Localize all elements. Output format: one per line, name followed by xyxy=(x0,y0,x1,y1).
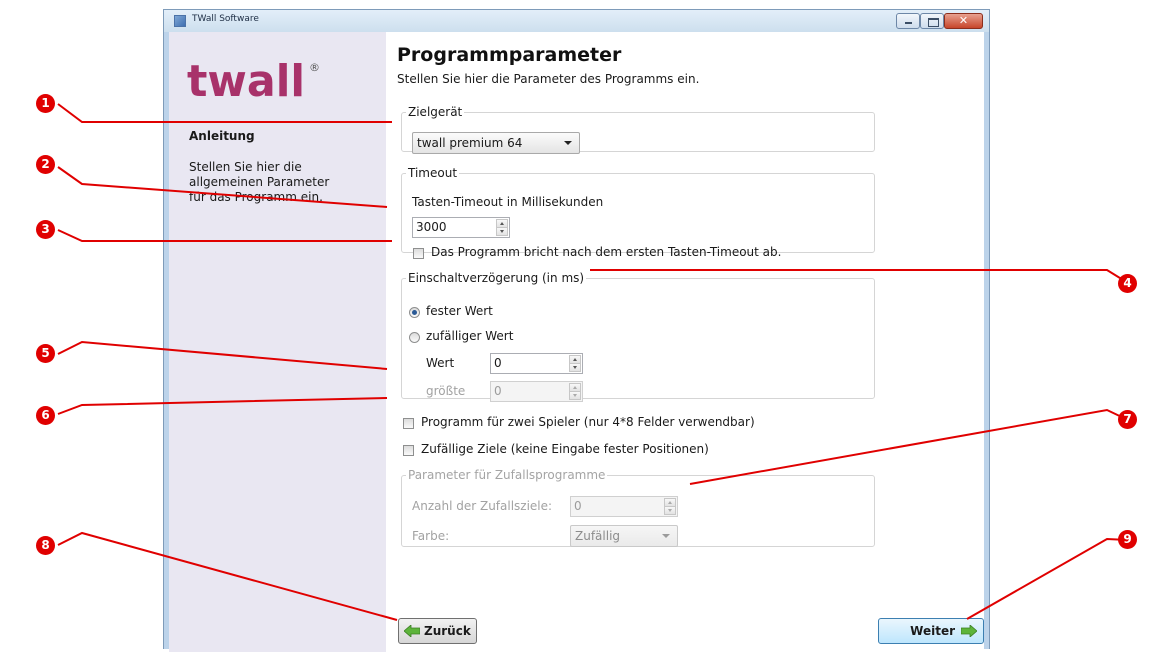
callout-7: 7 xyxy=(1118,410,1137,429)
sidebar-text: Stellen Sie hier die allgemeinen Paramet… xyxy=(189,160,330,204)
groesste-spinner: 0 xyxy=(490,381,583,402)
spinner-down-icon[interactable] xyxy=(496,227,508,236)
maximize-icon xyxy=(928,18,939,27)
timeout-value: 3000 xyxy=(416,220,447,234)
leader-line-9 xyxy=(966,537,1129,620)
zufall-legend: Parameter für Zufallsprogramme xyxy=(408,468,606,482)
next-button[interactable]: Weiter xyxy=(878,618,984,644)
twall-logo: twall ® xyxy=(187,56,320,101)
chevron-down-icon xyxy=(662,534,670,538)
chevron-down-icon xyxy=(564,141,572,145)
app-icon xyxy=(174,15,186,27)
zufall-group: Parameter für Zufallsprogramme Anzahl de… xyxy=(401,468,875,547)
timeout-spinner[interactable]: 3000 xyxy=(412,217,510,238)
spinner-down-icon xyxy=(569,391,581,400)
callout-8: 8 xyxy=(36,536,55,555)
back-button[interactable]: Zurück xyxy=(398,618,477,644)
zielgeraet-group: Zielgerät twall premium 64 xyxy=(401,105,875,154)
sidebar-heading: Anleitung xyxy=(189,129,255,143)
main-content: Programmparameter Stellen Sie hier die P… xyxy=(386,32,984,652)
wert-value: 0 xyxy=(494,356,502,370)
color-label: Farbe: xyxy=(412,529,450,543)
random-targets-checkbox[interactable] xyxy=(403,445,414,456)
arrow-right-icon xyxy=(961,625,977,637)
timeout-label: Tasten-Timeout in Millisekunden xyxy=(412,195,604,209)
fixed-value-label: fester Wert xyxy=(426,304,493,318)
back-button-label: Zurück xyxy=(424,624,471,638)
wert-label: Wert xyxy=(426,356,455,370)
callout-1: 1 xyxy=(36,94,55,113)
color-dropdown: Zufällig xyxy=(570,525,678,547)
page-title: Programmparameter xyxy=(397,44,622,66)
callout-5: 5 xyxy=(36,344,55,363)
app-window: TWall Software ✕ twall ® Anleitung Stell… xyxy=(163,9,990,652)
einschalt-legend: Einschaltverzögerung (in ms) xyxy=(408,271,585,285)
spinner-down-icon xyxy=(664,506,676,515)
two-players-checkbox[interactable] xyxy=(403,418,414,429)
timeout-group: Timeout Tasten-Timeout in Millisekunden … xyxy=(401,166,875,259)
random-value-label: zufälliger Wert xyxy=(426,329,514,343)
close-icon: ✕ xyxy=(958,14,969,27)
zielgeraet-selected: twall premium 64 xyxy=(417,136,523,150)
maximize-button[interactable] xyxy=(920,13,944,29)
callout-9: 9 xyxy=(1118,530,1137,549)
callout-2: 2 xyxy=(36,155,55,174)
fixed-value-radio[interactable] xyxy=(409,307,420,318)
close-button[interactable]: ✕ xyxy=(944,13,983,29)
count-spinner: 0 xyxy=(570,496,678,517)
client-area: twall ® Anleitung Stellen Sie hier die a… xyxy=(169,32,984,652)
einschalt-group: Einschaltverzögerung (in ms) fester Wert… xyxy=(401,271,875,402)
next-button-label: Weiter xyxy=(910,624,955,638)
spinner-down-icon[interactable] xyxy=(569,363,581,372)
abort-checkbox[interactable] xyxy=(413,248,424,259)
sidebar: twall ® Anleitung Stellen Sie hier die a… xyxy=(169,32,386,652)
logo-text: twall xyxy=(187,56,305,101)
zielgeraet-dropdown[interactable]: twall premium 64 xyxy=(412,132,580,154)
zielgeraet-legend: Zielgerät xyxy=(408,105,463,119)
window-title: TWall Software xyxy=(192,14,259,24)
callout-4: 4 xyxy=(1118,274,1137,293)
callout-6: 6 xyxy=(36,406,55,425)
arrow-left-icon xyxy=(404,625,420,637)
count-label: Anzahl der Zufallsziele: xyxy=(412,499,553,513)
random-value-radio[interactable] xyxy=(409,332,420,343)
registered-mark: ® xyxy=(309,61,320,74)
timeout-legend: Timeout xyxy=(408,166,458,180)
groesste-value: 0 xyxy=(494,384,502,398)
color-selected: Zufällig xyxy=(575,529,621,543)
count-value: 0 xyxy=(574,499,582,513)
page-subtitle: Stellen Sie hier die Parameter des Progr… xyxy=(397,72,700,86)
wert-spinner[interactable]: 0 xyxy=(490,353,583,374)
minimize-icon xyxy=(905,22,912,24)
random-targets-label: Zufällige Ziele (keine Eingabe fester Po… xyxy=(421,442,709,456)
two-players-label: Programm für zwei Spieler (nur 4*8 Felde… xyxy=(421,415,755,429)
abort-label: Das Programm bricht nach dem ersten Tast… xyxy=(431,245,782,259)
callout-3: 3 xyxy=(36,220,55,239)
groesste-label: größte xyxy=(426,384,466,398)
minimize-button[interactable] xyxy=(896,13,920,29)
title-bar[interactable]: TWall Software ✕ xyxy=(164,10,989,32)
